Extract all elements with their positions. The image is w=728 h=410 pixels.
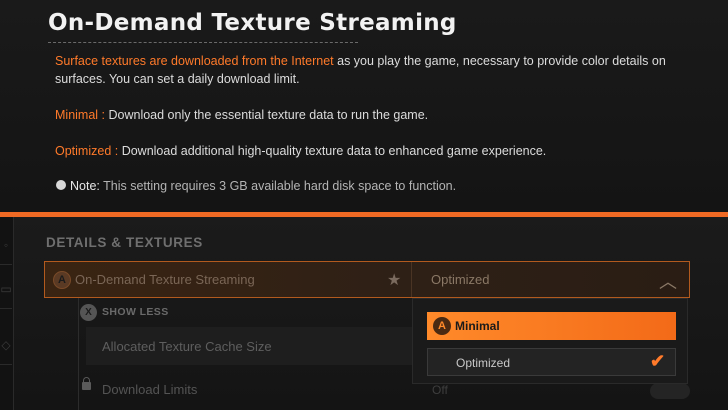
- dropdown-option-minimal[interactable]: A Minimal: [427, 312, 676, 340]
- setting-dropdown: A Minimal Optimized ✔: [412, 298, 688, 384]
- a-button-icon: A: [433, 317, 451, 335]
- download-limits-label: Download Limits: [102, 382, 198, 397]
- option-label: Minimal: [455, 319, 500, 333]
- setting-current-value: Optimized: [431, 272, 490, 287]
- lock-icon: [82, 377, 91, 390]
- texture-streaming-setting-row[interactable]: A On-Demand Texture Streaming ★ Optimize…: [44, 261, 690, 298]
- optimized-description: Optimized : Download additional high-qua…: [55, 142, 546, 160]
- setting-description-panel: On-Demand Texture Streaming Surface text…: [0, 0, 728, 212]
- cache-label: Allocated Texture Cache Size: [102, 339, 272, 354]
- note-text: This setting requires 3 GB available har…: [99, 179, 457, 193]
- info-dot-icon: [56, 180, 66, 190]
- intro-line-2: surfaces. You can set a daily download l…: [55, 72, 300, 86]
- favorite-star-icon[interactable]: ★: [387, 270, 401, 290]
- section-heading: DETAILS & TEXTURES: [46, 235, 203, 250]
- download-limits-value: Off: [432, 383, 448, 397]
- a-button-icon: A: [53, 271, 71, 289]
- rail-tab-icon-1[interactable]: ◦: [0, 225, 12, 265]
- intro-highlight: Surface textures are downloaded from the…: [55, 54, 334, 68]
- setting-label: On-Demand Texture Streaming: [75, 272, 255, 287]
- title-underline: [48, 42, 358, 43]
- intro-rest: as you play the game, necessary to provi…: [333, 54, 666, 68]
- checkmark-icon: ✔: [650, 351, 666, 371]
- row-separator: [411, 262, 412, 297]
- minimal-term: Minimal :: [55, 108, 106, 122]
- rail-tab-icon-2[interactable]: ▭: [0, 269, 12, 309]
- dropdown-option-optimized[interactable]: Optimized ✔: [427, 348, 676, 376]
- minimal-description: Minimal : Download only the essential te…: [55, 106, 428, 124]
- description-title: On-Demand Texture Streaming: [48, 10, 457, 36]
- option-label: Optimized: [456, 356, 511, 370]
- intro-line-1: Surface textures are downloaded from the…: [55, 52, 666, 70]
- settings-panel: ◦ ▭ ◇ DETAILS & TEXTURES A On-Demand Tex…: [0, 217, 728, 410]
- minimal-text: Download only the essential texture data…: [105, 108, 429, 122]
- show-less-label: SHOW LESS: [102, 306, 169, 318]
- rail-tab-icon-3[interactable]: ◇: [0, 325, 12, 365]
- texture-cache-setting-row[interactable]: Allocated Texture Cache Size: [86, 327, 416, 365]
- note-line: Note: This setting requires 3 GB availab…: [70, 177, 456, 195]
- optimized-term: Optimized :: [55, 144, 119, 158]
- left-rail: ◦ ▭ ◇: [0, 217, 14, 410]
- chevron-up-icon[interactable]: ︿: [659, 268, 677, 294]
- note-label: Note:: [70, 179, 100, 193]
- x-button-icon: X: [80, 304, 97, 321]
- optimized-text: Download additional high-quality texture…: [118, 144, 547, 158]
- download-limits-toggle[interactable]: [650, 383, 690, 399]
